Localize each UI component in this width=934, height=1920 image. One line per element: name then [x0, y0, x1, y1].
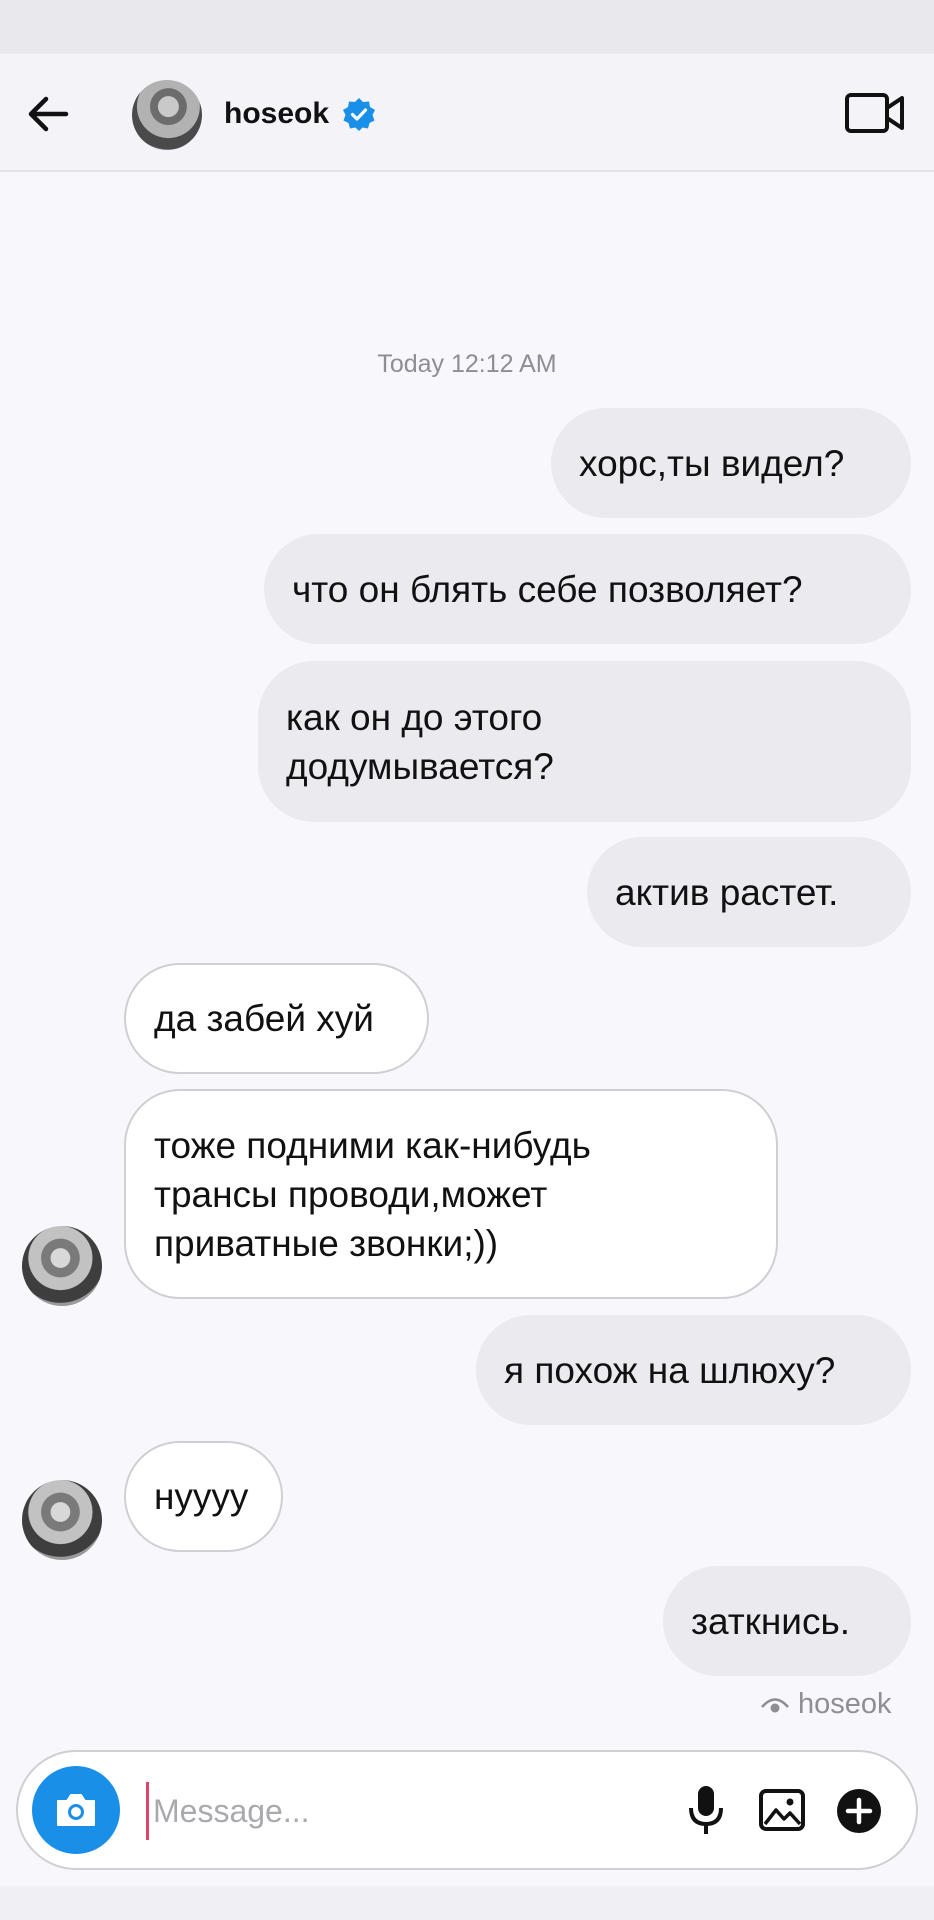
message-bubble-incoming[interactable]: нуууу: [124, 1441, 283, 1552]
add-content-button[interactable]: [836, 1788, 882, 1834]
contact-avatar[interactable]: [132, 80, 202, 150]
camera-button[interactable]: [32, 1766, 120, 1854]
arrow-left-icon: [28, 96, 69, 132]
message-bubble-outgoing[interactable]: как он до этого додумывается?: [258, 661, 911, 822]
message-bubble-outgoing[interactable]: актив растет.: [587, 837, 911, 947]
seen-by-label: hoseok: [798, 1688, 892, 1720]
seen-indicator: hoseok: [760, 1688, 892, 1721]
image-gallery-icon: [759, 1789, 805, 1831]
contact-avatar-small[interactable]: [22, 1226, 102, 1306]
verified-badge-icon: [343, 98, 375, 131]
gallery-button[interactable]: [758, 1786, 806, 1834]
system-navigation-bar: [0, 1886, 934, 1920]
video-call-button[interactable]: [844, 90, 906, 136]
back-button[interactable]: [22, 90, 74, 138]
message-bubble-outgoing[interactable]: что он блять себе позволяет?: [264, 534, 911, 644]
message-bubble-outgoing[interactable]: заткнись.: [663, 1566, 911, 1676]
message-timestamp: Today 12:12 AM: [377, 350, 557, 378]
message-bubble-incoming[interactable]: тоже подними как-нибудь трансы проводи,м…: [124, 1089, 778, 1299]
eye-icon: [761, 1697, 789, 1712]
message-input[interactable]: [146, 1782, 675, 1840]
message-bubble-outgoing[interactable]: я похож на шлюху?: [476, 1315, 911, 1425]
message-bubble-outgoing[interactable]: хорс,ты видел?: [551, 408, 911, 518]
message-bubble-incoming[interactable]: да забей хуй: [124, 963, 429, 1074]
contact-name[interactable]: hoseok: [224, 94, 329, 134]
contact-avatar-small[interactable]: [22, 1480, 102, 1560]
status-bar: [0, 0, 934, 54]
plus-circle-icon: [837, 1789, 881, 1833]
chat-header: hoseok: [0, 54, 934, 172]
video-camera-icon: [845, 93, 904, 133]
microphone-icon: [689, 1786, 723, 1834]
message-composer: [16, 1750, 918, 1870]
camera-icon: [57, 1794, 95, 1826]
microphone-button[interactable]: [686, 1782, 726, 1838]
